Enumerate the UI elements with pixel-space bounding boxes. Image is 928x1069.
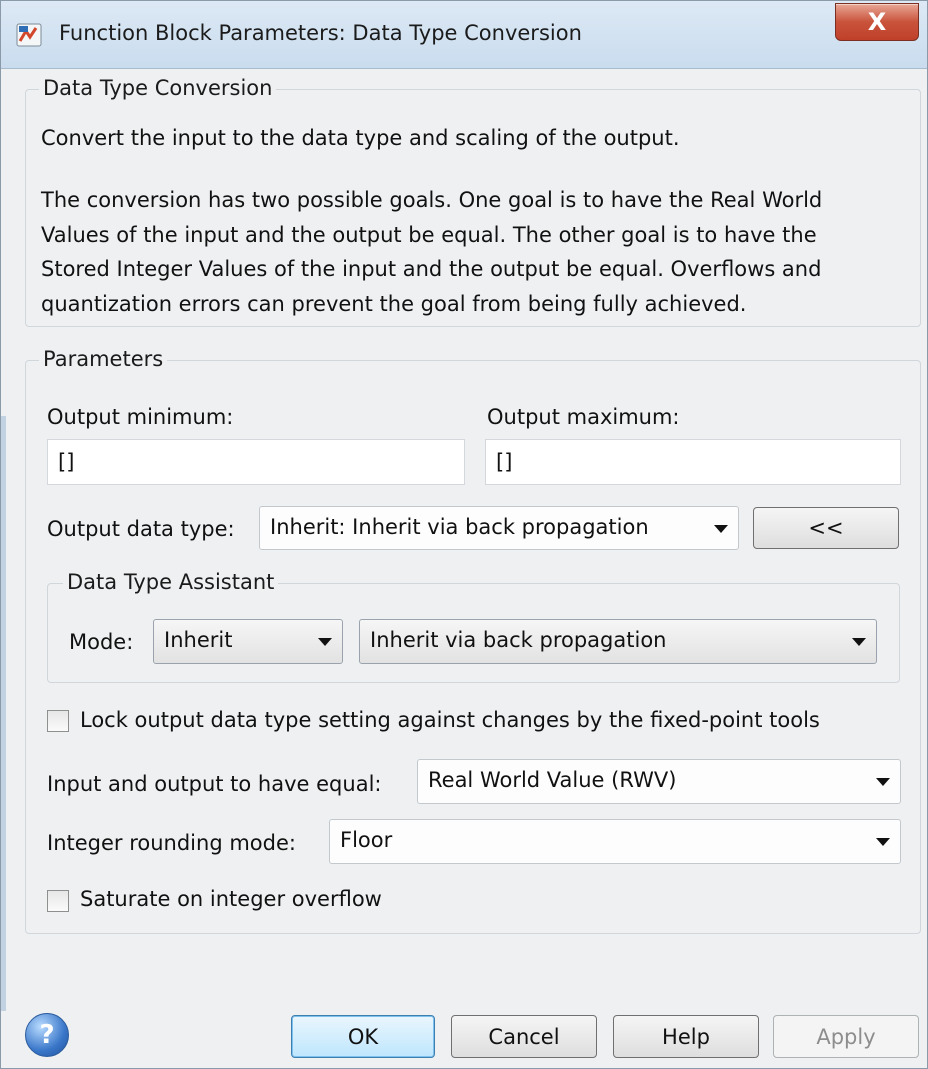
chevron-down-icon	[714, 525, 728, 533]
saturate-label[interactable]: Saturate on integer overflow	[80, 887, 382, 911]
output-data-type-value: Inherit: Inherit via back propagation	[270, 515, 649, 539]
description-line-1: Convert the input to the data type and s…	[41, 126, 680, 150]
output-minimum-input[interactable]: []	[47, 439, 465, 485]
description-line-3: Values of the input and the output be eq…	[41, 223, 817, 247]
apply-button[interactable]: Apply	[773, 1015, 919, 1058]
help-question-icon[interactable]: ?	[25, 1013, 69, 1057]
output-data-type-dropdown[interactable]: Inherit: Inherit via back propagation	[259, 506, 739, 550]
rounding-mode-label: Integer rounding mode:	[47, 831, 296, 855]
chevron-down-icon	[876, 838, 890, 846]
lock-data-type-label[interactable]: Lock output data type setting against ch…	[80, 708, 820, 732]
apply-button-label: Apply	[816, 1024, 876, 1049]
equal-value: Real World Value (RWV)	[428, 768, 677, 792]
data-type-assistant-label: Data Type Assistant	[63, 570, 279, 594]
mode-dropdown[interactable]: Inherit	[153, 619, 343, 664]
inherit-rule-dropdown[interactable]: Inherit via back propagation	[359, 619, 877, 664]
description-line-5: quantization errors can prevent the goal…	[41, 292, 747, 316]
help-icon-glyph: ?	[39, 1020, 55, 1050]
output-minimum-label: Output minimum:	[47, 405, 234, 429]
chevron-down-icon	[318, 638, 332, 646]
help-button[interactable]: Help	[613, 1015, 759, 1058]
output-maximum-input[interactable]: []	[485, 439, 901, 485]
close-button[interactable]: X	[835, 3, 919, 41]
inherit-rule-value: Inherit via back propagation	[370, 628, 667, 652]
output-maximum-label: Output maximum:	[487, 405, 680, 429]
title-bar[interactable]: Function Block Parameters: Data Type Con…	[1, 1, 927, 69]
equal-label: Input and output to have equal:	[47, 772, 382, 796]
cancel-button[interactable]: Cancel	[451, 1015, 597, 1058]
close-icon: X	[867, 8, 887, 36]
chevron-down-icon	[852, 638, 866, 646]
ok-button[interactable]: OK	[291, 1015, 435, 1058]
cancel-button-label: Cancel	[488, 1024, 560, 1049]
data-type-assistant-toggle-button[interactable]: <<	[753, 507, 899, 549]
help-button-label: Help	[662, 1024, 710, 1049]
mode-value: Inherit	[164, 628, 233, 652]
rounding-mode-value: Floor	[340, 828, 393, 852]
description-group-label: Data Type Conversion	[39, 76, 277, 100]
output-data-type-label: Output data type:	[47, 517, 235, 541]
ok-button-label: OK	[347, 1024, 379, 1049]
mode-label: Mode:	[69, 630, 134, 654]
dialog-window: Function Block Parameters: Data Type Con…	[0, 0, 928, 1069]
description-line-2: The conversion has two possible goals. O…	[41, 188, 823, 212]
equal-dropdown[interactable]: Real World Value (RWV)	[417, 759, 901, 804]
description-line-4: Stored Integer Values of the input and t…	[41, 257, 822, 281]
parameters-group-label: Parameters	[39, 347, 168, 371]
chevron-down-icon	[876, 778, 890, 786]
lock-data-type-checkbox[interactable]	[47, 710, 69, 732]
toggle-button-label: <<	[808, 516, 844, 540]
saturate-checkbox[interactable]	[47, 890, 69, 912]
window-left-edge	[1, 416, 6, 1011]
rounding-mode-dropdown[interactable]: Floor	[329, 819, 901, 864]
simulink-block-icon	[16, 23, 42, 47]
window-title: Function Block Parameters: Data Type Con…	[59, 21, 582, 45]
